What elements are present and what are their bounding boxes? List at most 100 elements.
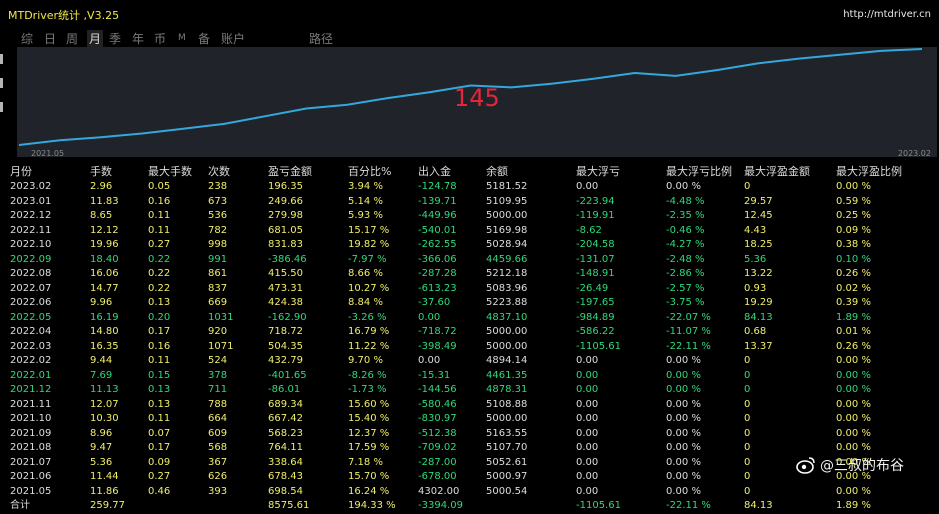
table-row[interactable]: 2022.08 16.06 0.22 861 415.50 8.66 % -287.28 52… (7, 267, 933, 282)
stats-window: MTDriver统计 ,V3.25 http://mtdriver.cn 综日周… (0, 0, 939, 511)
toolbar-tab-6[interactable]: 币 (154, 30, 166, 47)
cell-max-float-profit: 13.22 (744, 268, 773, 280)
cell-max-float-profit: 84.13 (744, 311, 773, 323)
total-cell-lots: 259.77 (90, 500, 125, 512)
col-header-percent[interactable]: 百分比% (345, 161, 415, 180)
table-row[interactable]: 2022.09 18.40 0.22 991 -386.46 -7.97 % -366.06… (7, 253, 933, 268)
cell-trades: 378 (208, 369, 228, 381)
table-row[interactable]: 2021.11 12.07 0.13 788 689.34 15.60 % -580.46 5… (7, 398, 933, 413)
col-header-deposit-withdraw[interactable]: 出入金 (415, 161, 483, 180)
toolbar-tab-5[interactable]: 年 (132, 30, 144, 47)
table-row[interactable]: 2022.03 16.35 0.16 1071 504.35 11.22 % -398.49… (7, 340, 933, 355)
cell-max-float-loss: -223.94 (576, 195, 615, 207)
col-header-max-float-profit[interactable]: 最大浮盈金额 (741, 161, 833, 180)
toolbar-tab-0[interactable]: 综 (21, 30, 33, 47)
col-header-month[interactable]: 月份 (7, 161, 87, 180)
col-header-lots[interactable]: 手数 (87, 161, 145, 180)
cell-max-lots: 0.11 (148, 413, 171, 425)
cell-max-float-loss-pct: 0.00 % (666, 384, 701, 396)
table-row[interactable]: 2022.07 14.77 0.22 837 473.31 10.27 % -613.23 5… (7, 282, 933, 297)
cell-lots: 11.44 (90, 471, 119, 483)
col-header-max-float-loss-pct[interactable]: 最大浮亏比例 (663, 161, 741, 180)
table-row[interactable]: 2022.12 8.65 0.11 536 279.98 5.93 % -449.96 500… (7, 209, 933, 224)
cell-max-float-loss-pct: -4.27 % (666, 239, 705, 251)
cell-max-float-loss: 0.00 (576, 384, 599, 396)
total-cell-percent: 194.33 % (348, 500, 396, 512)
table-row[interactable]: 2021.12 11.13 0.13 711 -86.01 -1.73 % -144.56 4… (7, 383, 933, 398)
cell-max-float-profit: 18.25 (744, 239, 773, 251)
cell-max-float-profit: 0 (744, 181, 751, 193)
cell-max-float-profit: 13.37 (744, 340, 773, 352)
toolbar-tab-9[interactable]: 账户 (221, 30, 245, 47)
cell-lots: 8.96 (90, 427, 113, 439)
table-row[interactable]: 2022.05 16.19 0.20 1031 -162.90 -3.26 % 0.00 48… (7, 311, 933, 326)
total-cell-max-lots (145, 499, 205, 514)
title-bar: MTDriver统计 ,V3.25 http://mtdriver.cn (0, 0, 939, 26)
cell-max-lots: 0.11 (148, 355, 171, 367)
cell-max-float-loss: 0.00 (576, 355, 599, 367)
table-row[interactable]: 2021.07 5.36 0.09 367 338.64 7.18 % -287.00 505… (7, 456, 933, 471)
table-row[interactable]: 2022.11 12.12 0.11 782 681.05 15.17 % -540.01 5… (7, 224, 933, 239)
table-row[interactable]: 2021.05 11.86 0.46 393 698.54 16.24 % 4302.00 5… (7, 485, 933, 500)
toolbar-tab-2[interactable]: 周 (66, 30, 78, 47)
cell-max-float-profit-pct: 0.00 % (836, 369, 871, 381)
website-link[interactable]: http://mtdriver.cn (843, 9, 931, 20)
total-cell-max-float-loss: -1105.61 (576, 500, 621, 512)
cell-profit: 667.42 (268, 413, 303, 425)
total-cell-trades (205, 499, 265, 514)
cell-max-lots: 0.22 (148, 253, 171, 265)
col-header-balance[interactable]: 余额 (483, 161, 573, 180)
table-row[interactable]: 2021.08 9.47 0.17 568 764.11 17.59 % -709.02 51… (7, 441, 933, 456)
cell-max-float-loss-pct: -0.46 % (666, 224, 705, 236)
table-row[interactable]: 2021.10 10.30 0.11 664 667.42 15.40 % -830.97 5… (7, 412, 933, 427)
toolbar-tab-3[interactable]: 月 (87, 30, 104, 47)
toolbar-tab-10[interactable]: 路径 (309, 30, 333, 47)
table-row[interactable]: 2021.06 11.44 0.27 626 678.43 15.70 % -678.00 5… (7, 470, 933, 485)
cell-percent: -1.73 % (348, 384, 387, 396)
col-header-max-float-loss[interactable]: 最大浮亏 (573, 161, 663, 180)
cell-month: 2021.11 (10, 398, 52, 410)
cell-deposit-withdraw: -287.00 (418, 456, 457, 468)
cell-max-float-profit: 12.45 (744, 210, 773, 222)
table-row[interactable]: 2021.09 8.96 0.07 609 568.23 12.37 % -512.38 51… (7, 427, 933, 442)
toolbar-tab-4[interactable]: 季 (109, 30, 121, 47)
table-row[interactable]: 2023.01 11.83 0.16 673 249.66 5.14 % -139.71 51… (7, 195, 933, 210)
cell-percent: 15.40 % (348, 413, 390, 425)
table-row[interactable]: 2022.02 9.44 0.11 524 432.79 9.70 % 0.00 4894.1… (7, 354, 933, 369)
cell-max-float-loss-pct: 0.00 % (666, 485, 701, 497)
table-row[interactable]: 2022.04 14.80 0.17 920 718.72 16.79 % -718.72 5… (7, 325, 933, 340)
toolbar-tab-1[interactable]: 日 (44, 30, 56, 47)
cell-max-float-profit: 29.57 (744, 195, 773, 207)
cell-balance: 4837.10 (486, 311, 528, 323)
cell-profit: 249.66 (268, 195, 303, 207)
cell-max-float-loss: -204.58 (576, 239, 615, 251)
cell-month: 2022.05 (10, 311, 52, 323)
cell-balance: 5107.70 (486, 442, 528, 454)
cell-profit: -162.90 (268, 311, 307, 323)
cell-profit: 568.23 (268, 427, 303, 439)
col-header-profit[interactable]: 盈亏金额 (265, 161, 345, 180)
cell-month: 2021.10 (10, 413, 52, 425)
cell-max-float-loss: 0.00 (576, 398, 599, 410)
col-header-max-float-profit-pct[interactable]: 最大浮盈比例 (833, 161, 933, 180)
cell-max-float-profit-pct: 0.00 % (836, 384, 871, 396)
toolbar-tab-7[interactable]: M (178, 33, 186, 43)
table-row[interactable]: 2022.10 19.96 0.27 998 831.83 19.82 % -262.55 5… (7, 238, 933, 253)
col-header-trades[interactable]: 次数 (205, 161, 265, 180)
cell-lots: 9.96 (90, 297, 113, 309)
cell-max-float-profit: 0.93 (744, 282, 767, 294)
table-row[interactable]: 2022.06 9.96 0.13 669 424.38 8.84 % -37.60 5223… (7, 296, 933, 311)
cell-deposit-withdraw: -139.71 (418, 195, 457, 207)
cell-trades: 568 (208, 442, 228, 454)
table-row[interactable]: 2022.01 7.69 0.15 378 -401.65 -8.26 % -15.31 44… (7, 369, 933, 384)
col-header-max-lots[interactable]: 最大手数 (145, 161, 205, 180)
table-row[interactable]: 2023.02 2.96 0.05 238 196.35 3.94 % -124.78 518… (7, 180, 933, 195)
cell-deposit-withdraw: -124.78 (418, 181, 457, 193)
cell-max-lots: 0.13 (148, 297, 171, 309)
toolbar-tab-8[interactable]: 备 (198, 30, 210, 47)
cell-balance: 4878.31 (486, 384, 528, 396)
cell-max-float-loss: -148.91 (576, 268, 615, 280)
cell-max-float-profit-pct: 0.00 % (836, 427, 871, 439)
cell-percent: 8.66 % (348, 268, 383, 280)
cell-max-float-loss-pct: 0.00 % (666, 413, 701, 425)
